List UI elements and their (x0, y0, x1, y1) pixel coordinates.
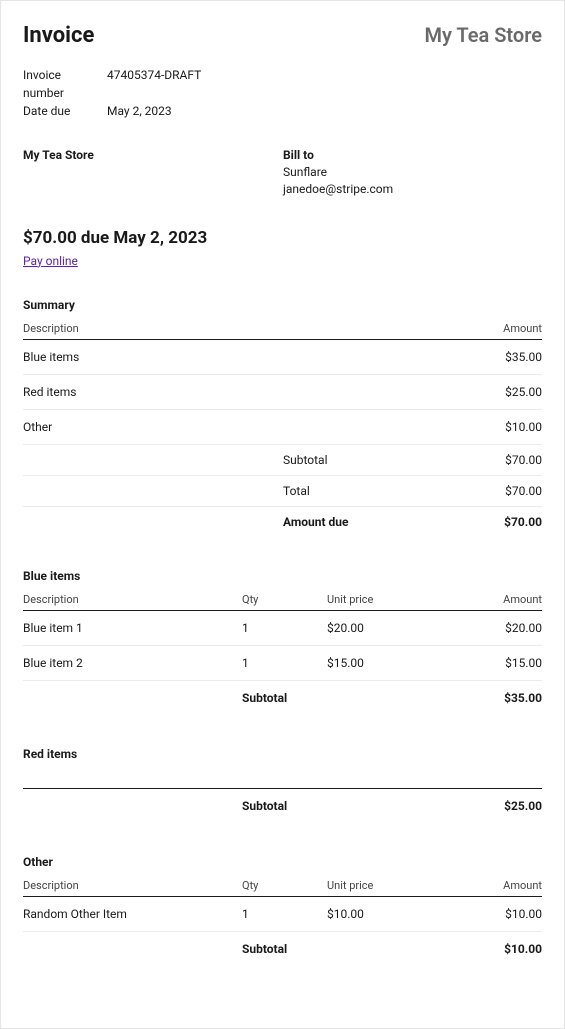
line-item-description: Random Other Item (23, 896, 242, 931)
summary-row-amount: $25.00 (330, 374, 542, 409)
totals-value: $70.00 (472, 484, 542, 498)
summary-row: Red items$25.00 (23, 374, 542, 409)
totals-label: Amount due (283, 515, 472, 529)
summary-col-description: Description (23, 318, 330, 340)
invoice-header: Invoice My Tea Store (23, 23, 542, 48)
line-item-unit: $10.00 (327, 896, 472, 931)
page-title: Invoice (23, 23, 94, 48)
group-heading: Red items (23, 747, 542, 761)
group-heading: Blue items (23, 569, 542, 583)
line-item-qty: 1 (242, 610, 327, 645)
summary-row-description: Blue items (23, 339, 330, 374)
group-subtotal-label: Subtotal (242, 788, 327, 823)
summary-row-description: Red items (23, 374, 330, 409)
group-col-qty: Qty (242, 589, 327, 611)
group-col-unit: Unit price (327, 875, 472, 897)
line-item-row: Blue item 11$20.00$20.00 (23, 610, 542, 645)
group-subtotal-value: $10.00 (472, 931, 542, 966)
totals-value: $70.00 (472, 453, 542, 467)
line-item-unit: $15.00 (327, 645, 472, 680)
summary-table: Description Amount Blue items$35.00Red i… (23, 318, 542, 445)
amount-due-headline: $70.00 due May 2, 2023 (23, 228, 542, 248)
group-subtotal-value: $35.00 (472, 680, 542, 715)
parties: My Tea Store Bill to Sunflare janedoe@st… (23, 148, 542, 198)
date-due-label: Date due (23, 102, 95, 120)
group-table: Subtotal $25.00 (23, 767, 542, 823)
pay-online-link[interactable]: Pay online (23, 254, 78, 268)
summary-row-amount: $35.00 (330, 339, 542, 374)
line-item-amount: $20.00 (472, 610, 542, 645)
line-item-row: Blue item 21$15.00$15.00 (23, 645, 542, 680)
group-subtotal-value: $25.00 (472, 788, 542, 823)
group-table: DescriptionQtyUnit priceAmountRandom Oth… (23, 875, 542, 966)
group-col-description: Description (23, 875, 242, 897)
line-item-amount: $10.00 (472, 896, 542, 931)
from-name: My Tea Store (23, 148, 283, 162)
line-item-group: Red items Subtotal $25.00 (23, 747, 542, 823)
invoice-meta: Invoice number 47405374-DRAFT Date due M… (23, 66, 542, 120)
totals-value: $70.00 (472, 515, 542, 529)
invoice-number-value: 47405374-DRAFT (107, 66, 201, 102)
group-col-qty: Qty (242, 875, 327, 897)
line-item-qty: 1 (242, 896, 327, 931)
line-item-unit: $20.00 (327, 610, 472, 645)
summary-totals: Subtotal$70.00Total$70.00Amount due$70.0… (23, 445, 542, 537)
group-col-description: Description (23, 589, 242, 611)
totals-row: Total$70.00 (23, 476, 542, 507)
bill-to-heading: Bill to (283, 148, 542, 162)
line-item-qty: 1 (242, 645, 327, 680)
summary-row: Blue items$35.00 (23, 339, 542, 374)
invoice-number-label: Invoice number (23, 66, 95, 102)
summary-heading: Summary (23, 298, 542, 312)
group-subtotal-row: Subtotal $35.00 (23, 680, 542, 715)
summary-section: Summary Description Amount Blue items$35… (23, 298, 542, 537)
date-due-value: May 2, 2023 (107, 102, 172, 120)
from-block: My Tea Store (23, 148, 283, 198)
group-subtotal-row: Subtotal $10.00 (23, 931, 542, 966)
group-heading: Other (23, 855, 542, 869)
group-table: DescriptionQtyUnit priceAmountBlue item … (23, 589, 542, 715)
bill-to-block: Bill to Sunflare janedoe@stripe.com (283, 148, 542, 198)
line-item-group: Blue items DescriptionQtyUnit priceAmount… (23, 569, 542, 715)
totals-row: Amount due$70.00 (23, 507, 542, 537)
store-name: My Tea Store (424, 23, 542, 47)
group-subtotal-row: Subtotal $25.00 (23, 788, 542, 823)
bill-to-email: janedoe@stripe.com (283, 181, 542, 198)
group-col-amount: Amount (472, 875, 542, 897)
line-item-amount: $15.00 (472, 645, 542, 680)
summary-row: Other$10.00 (23, 409, 542, 444)
line-item-row: Random Other Item1$10.00$10.00 (23, 896, 542, 931)
bill-to-name: Sunflare (283, 164, 542, 181)
totals-label: Total (283, 484, 472, 498)
summary-row-description: Other (23, 409, 330, 444)
group-subtotal-label: Subtotal (242, 931, 327, 966)
line-item-description: Blue item 2 (23, 645, 242, 680)
group-subtotal-label: Subtotal (242, 680, 327, 715)
line-item-group: OtherDescriptionQtyUnit priceAmountRando… (23, 855, 542, 966)
line-item-description: Blue item 1 (23, 610, 242, 645)
totals-label: Subtotal (283, 453, 472, 467)
totals-row: Subtotal$70.00 (23, 445, 542, 476)
group-col-unit: Unit price (327, 589, 472, 611)
summary-col-amount: Amount (330, 318, 542, 340)
summary-row-amount: $10.00 (330, 409, 542, 444)
group-col-amount: Amount (472, 589, 542, 611)
